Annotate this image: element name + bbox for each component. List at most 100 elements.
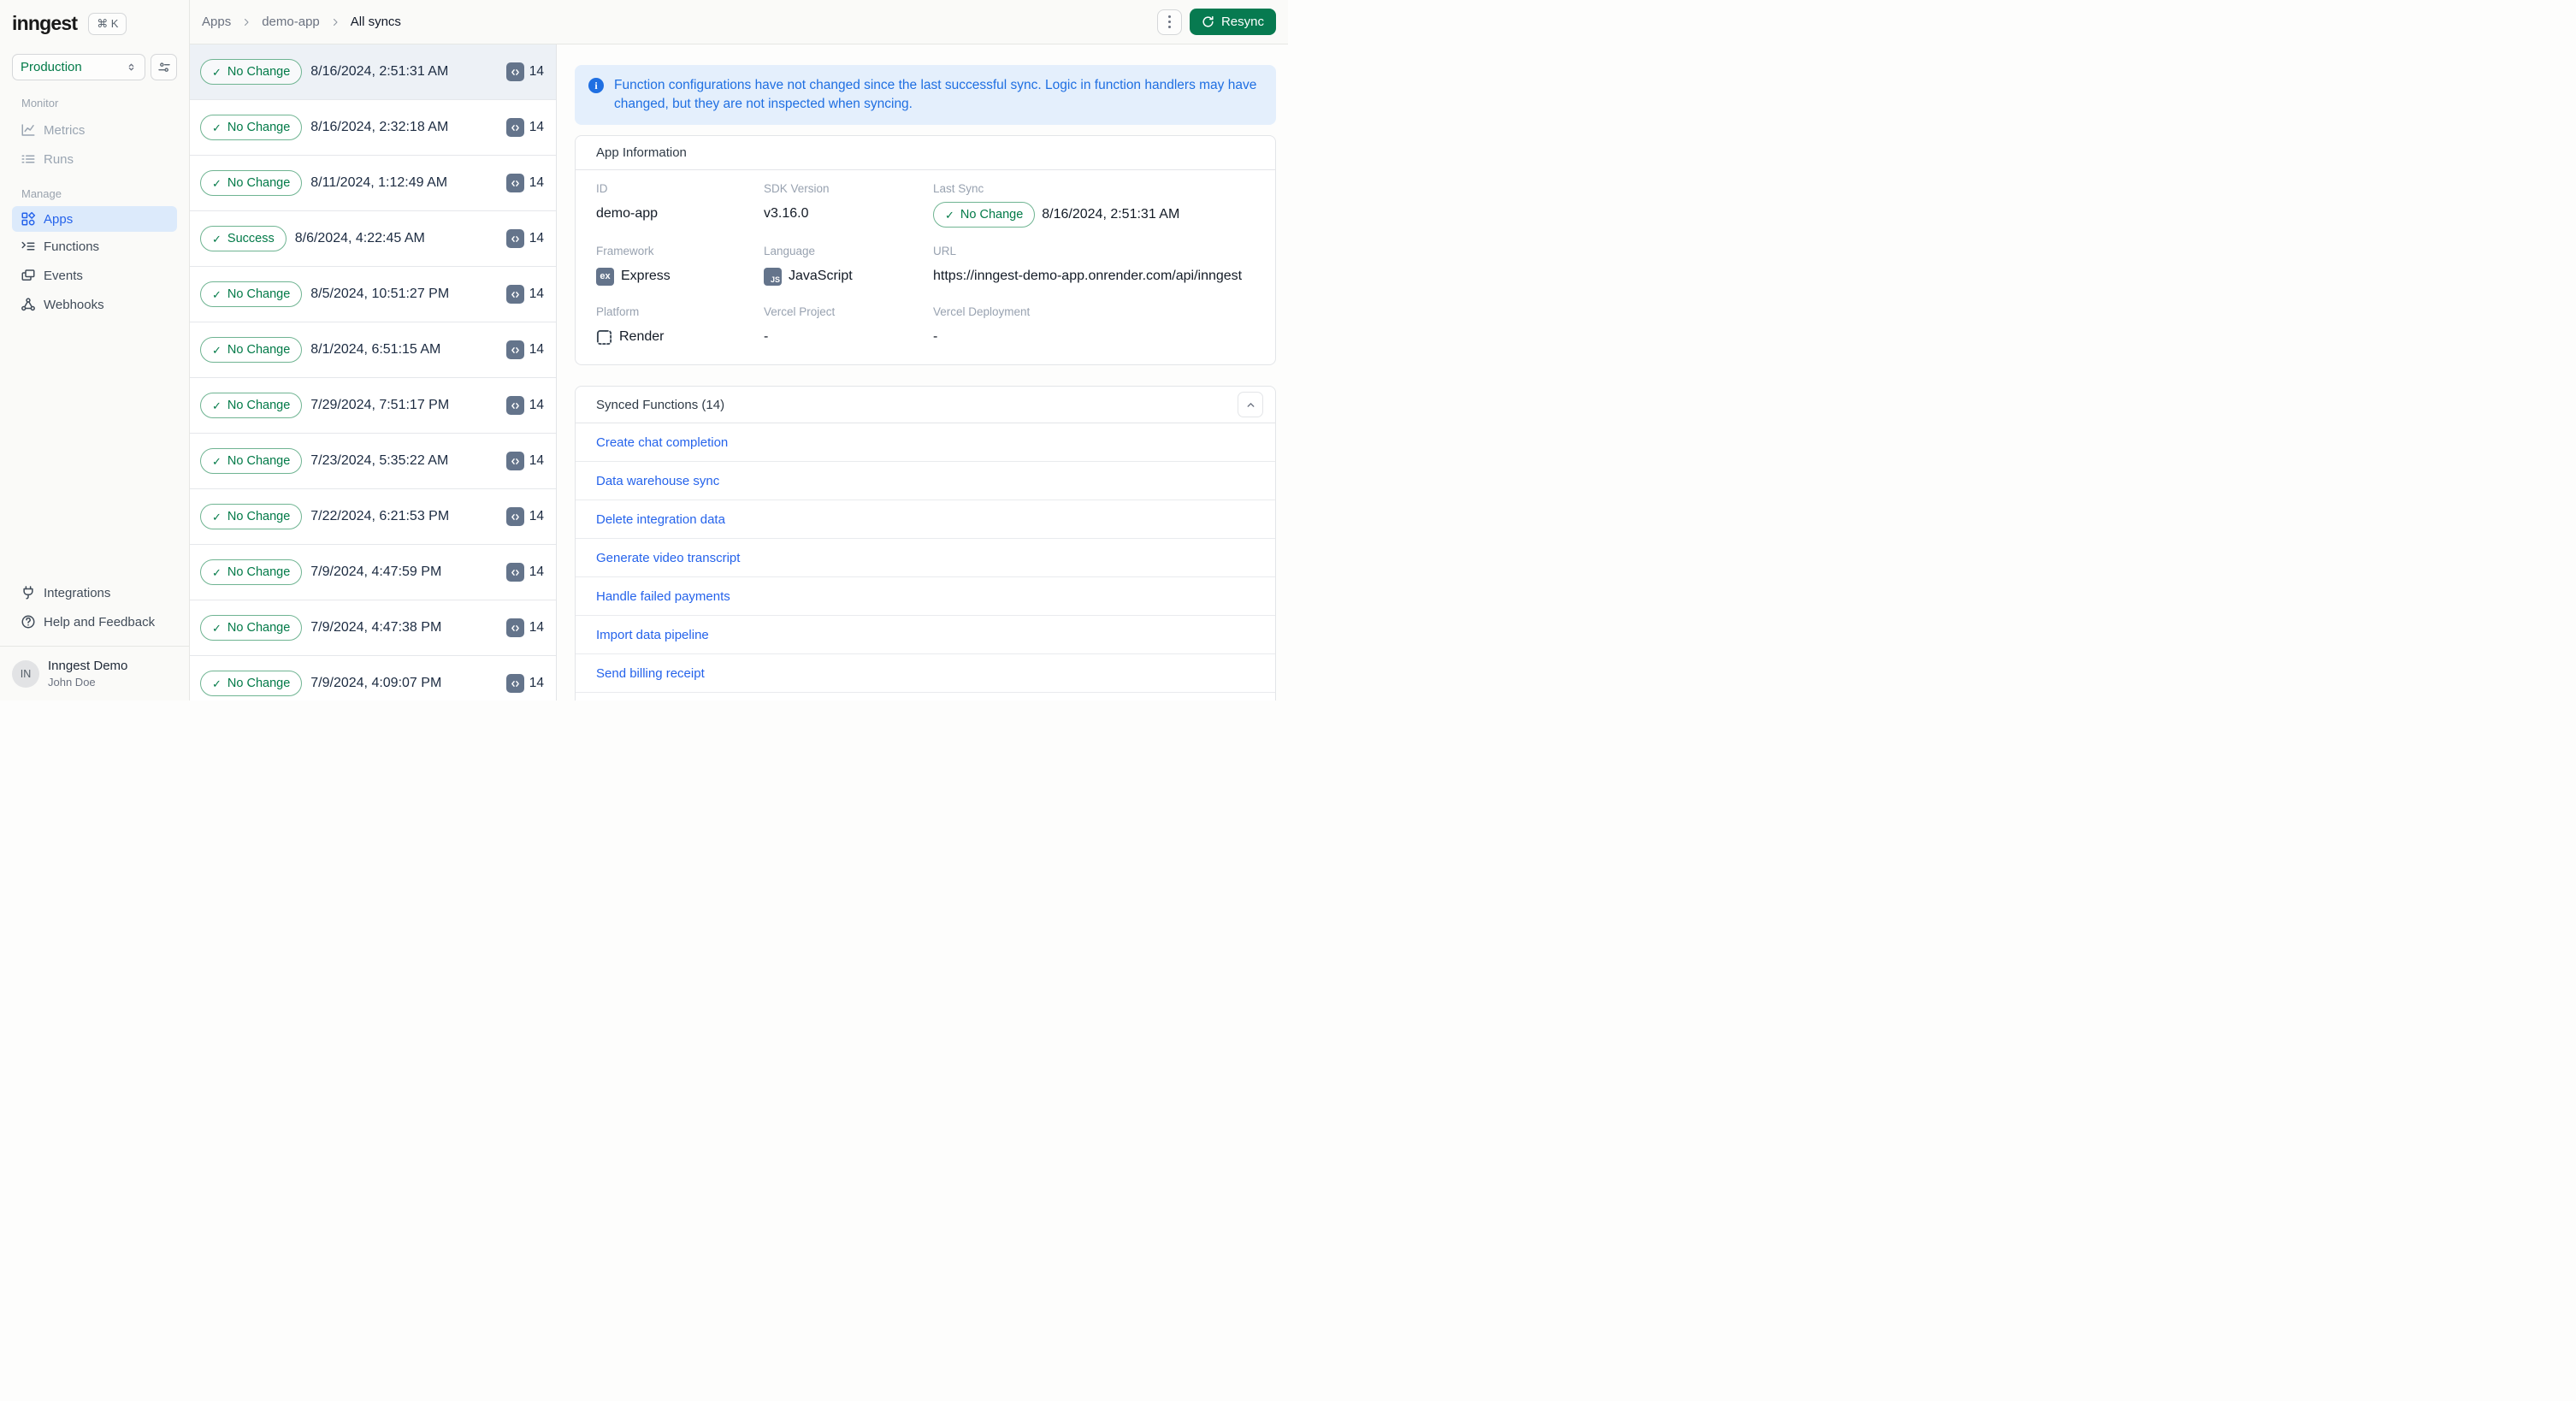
- function-link[interactable]: Handle failed payments: [596, 589, 730, 604]
- check-icon: ✓: [212, 399, 222, 412]
- app-information-card: App Information ID demo-app SDK Version …: [575, 135, 1276, 365]
- question-circle-icon: [21, 614, 36, 630]
- sidebar-item-apps[interactable]: Apps: [12, 206, 177, 232]
- function-link[interactable]: Send billing receipt: [596, 666, 705, 681]
- sync-row[interactable]: ✓ No Change 8/1/2024, 6:51:15 AM 14: [190, 322, 556, 378]
- sync-row[interactable]: ✓ No Change 7/9/2024, 4:47:38 PM 14: [190, 600, 556, 656]
- sidebar-footer: Integrations Help and Feedback IN Innges…: [0, 578, 189, 700]
- sync-row[interactable]: ✓ No Change 7/23/2024, 5:35:22 AM 14: [190, 434, 556, 489]
- field-language: Language JS JavaScript: [764, 245, 853, 286]
- chevron-updown-icon: [126, 61, 137, 74]
- logo-row: inngest ⌘ K: [0, 0, 189, 35]
- status-badge: ✓ No Change: [200, 671, 303, 696]
- section-label-monitor: Monitor: [21, 97, 59, 109]
- status-badge: ✓ No Change: [200, 281, 303, 307]
- sidebar-item-events[interactable]: Events: [0, 261, 189, 290]
- breadcrumb-apps[interactable]: Apps: [202, 15, 231, 29]
- status-badge: ✓ No Change: [200, 448, 303, 474]
- sync-row[interactable]: ✓ No Change 7/22/2024, 6:21:53 PM 14: [190, 489, 556, 545]
- sync-timestamp: 7/9/2024, 4:09:07 PM: [310, 676, 442, 690]
- last-sync-timestamp: 8/16/2024, 2:51:31 AM: [1042, 207, 1180, 222]
- status-badge: ✓ No Change: [200, 559, 303, 585]
- function-row[interactable]: Delete integration data: [576, 500, 1275, 539]
- code-icon: [505, 563, 524, 582]
- function-row[interactable]: Send billing receipt: [576, 654, 1275, 693]
- apps-shapes-icon: [21, 211, 36, 227]
- sync-row[interactable]: ✓ Success 8/6/2024, 4:22:45 AM 14: [190, 211, 556, 267]
- function-row[interactable]: Generate video transcript: [576, 539, 1275, 577]
- sidebar-item-integrations[interactable]: Integrations: [0, 578, 189, 607]
- code-icon: [505, 62, 524, 81]
- function-link[interactable]: Create chat completion: [596, 435, 728, 450]
- overlapping-squares-icon: [21, 268, 36, 283]
- status-badge: ✓ No Change: [200, 59, 303, 85]
- environment-select[interactable]: Production: [12, 54, 145, 80]
- sync-timestamp: 8/1/2024, 6:51:15 AM: [310, 342, 441, 357]
- field-url: URL https://inngest-demo-app.onrender.co…: [933, 245, 1255, 288]
- sidebar-item-metrics[interactable]: Metrics: [0, 115, 189, 145]
- field-vercel-deployment: Vercel Deployment -: [933, 305, 1031, 344]
- code-icon: [505, 452, 524, 470]
- check-icon: ✓: [212, 287, 222, 301]
- environment-value: Production: [21, 60, 82, 74]
- express-icon: ex: [596, 267, 614, 286]
- collapse-button[interactable]: [1238, 392, 1263, 417]
- sync-timestamp: 7/23/2024, 5:35:22 AM: [310, 453, 449, 468]
- sidebar-item-help[interactable]: Help and Feedback: [0, 607, 189, 636]
- breadcrumb-all-syncs: All syncs: [350, 15, 401, 29]
- code-icon: [505, 174, 524, 192]
- function-link[interactable]: Generate video transcript: [596, 551, 740, 565]
- command-k-shortcut[interactable]: ⌘ K: [88, 12, 127, 35]
- sidebar-item-runs[interactable]: Runs: [0, 145, 189, 174]
- function-link[interactable]: Delete integration data: [596, 512, 725, 527]
- sidebar-nav: Monitor Metrics Runs Manage Apps Functio…: [0, 97, 189, 319]
- app-url: https://inngest-demo-app.onrender.com/ap…: [933, 269, 1243, 283]
- sync-row[interactable]: ✓ No Change 8/16/2024, 2:51:31 AM 14: [190, 44, 556, 100]
- sync-timestamp: 8/16/2024, 2:32:18 AM: [310, 120, 449, 134]
- sync-row[interactable]: ✓ No Change 7/9/2024, 4:09:07 PM 14: [190, 656, 556, 700]
- function-link[interactable]: Data warehouse sync: [596, 474, 719, 488]
- sidebar-item-functions[interactable]: Functions: [0, 232, 189, 261]
- sync-row[interactable]: ✓ No Change 8/11/2024, 1:12:49 AM 14: [190, 156, 556, 211]
- info-banner: i Function configurations have not chang…: [575, 65, 1276, 125]
- resync-button[interactable]: Resync: [1189, 9, 1276, 35]
- sidebar-item-webhooks[interactable]: Webhooks: [0, 290, 189, 319]
- function-row[interactable]: Create chat completion: [576, 423, 1275, 462]
- chevron-right-icon: [330, 16, 340, 28]
- synced-functions-card: Synced Functions (14) Create chat comple…: [575, 386, 1276, 700]
- code-icon: [505, 507, 524, 526]
- function-count: 14: [505, 674, 544, 693]
- code-icon: [505, 674, 524, 693]
- field-platform: Platform Render: [596, 305, 665, 345]
- sync-row[interactable]: ✓ No Change 7/9/2024, 4:47:59 PM 14: [190, 545, 556, 600]
- function-row[interactable]: Import data pipeline: [576, 616, 1275, 654]
- status-badge: ✓ Success: [200, 226, 287, 251]
- check-icon: ✓: [212, 343, 222, 357]
- breadcrumb-demo-app[interactable]: demo-app: [262, 15, 320, 29]
- function-link[interactable]: Import data pipeline: [596, 628, 709, 642]
- field-id: ID demo-app: [596, 182, 659, 221]
- environment-settings-button[interactable]: [151, 54, 177, 80]
- sync-refresh-icon: [1202, 15, 1214, 28]
- profile-user: John Doe: [48, 676, 96, 689]
- webhook-icon: [21, 297, 36, 312]
- plug-icon: [21, 585, 36, 600]
- sync-row[interactable]: ✓ No Change 8/16/2024, 2:32:18 AM 14: [190, 100, 556, 156]
- sync-row[interactable]: ✓ No Change 8/5/2024, 10:51:27 PM 14: [190, 267, 556, 322]
- sidebar-item-label: Help and Feedback: [44, 614, 156, 630]
- more-options-button[interactable]: [1156, 9, 1182, 35]
- sync-timestamp: 8/5/2024, 10:51:27 PM: [310, 287, 450, 301]
- sidebar-item-label: Metrics: [44, 122, 86, 138]
- profile-row[interactable]: IN Inngest Demo John Doe: [0, 646, 189, 700]
- sync-row[interactable]: ✓ No Change 7/29/2024, 7:51:17 PM 14: [190, 378, 556, 434]
- function-row[interactable]: [576, 693, 1275, 700]
- function-row[interactable]: Data warehouse sync: [576, 462, 1275, 500]
- sync-timestamp: 8/6/2024, 4:22:45 AM: [294, 231, 425, 245]
- resync-label: Resync: [1220, 15, 1264, 29]
- synced-functions-title: Synced Functions (14): [596, 397, 725, 412]
- function-row[interactable]: Handle failed payments: [576, 577, 1275, 616]
- inngest-logo: inngest: [12, 12, 78, 34]
- chevron-up-icon: [1245, 399, 1256, 411]
- check-icon: ✓: [212, 176, 222, 190]
- topbar: Apps demo-app All syncs Resync: [190, 0, 1288, 44]
